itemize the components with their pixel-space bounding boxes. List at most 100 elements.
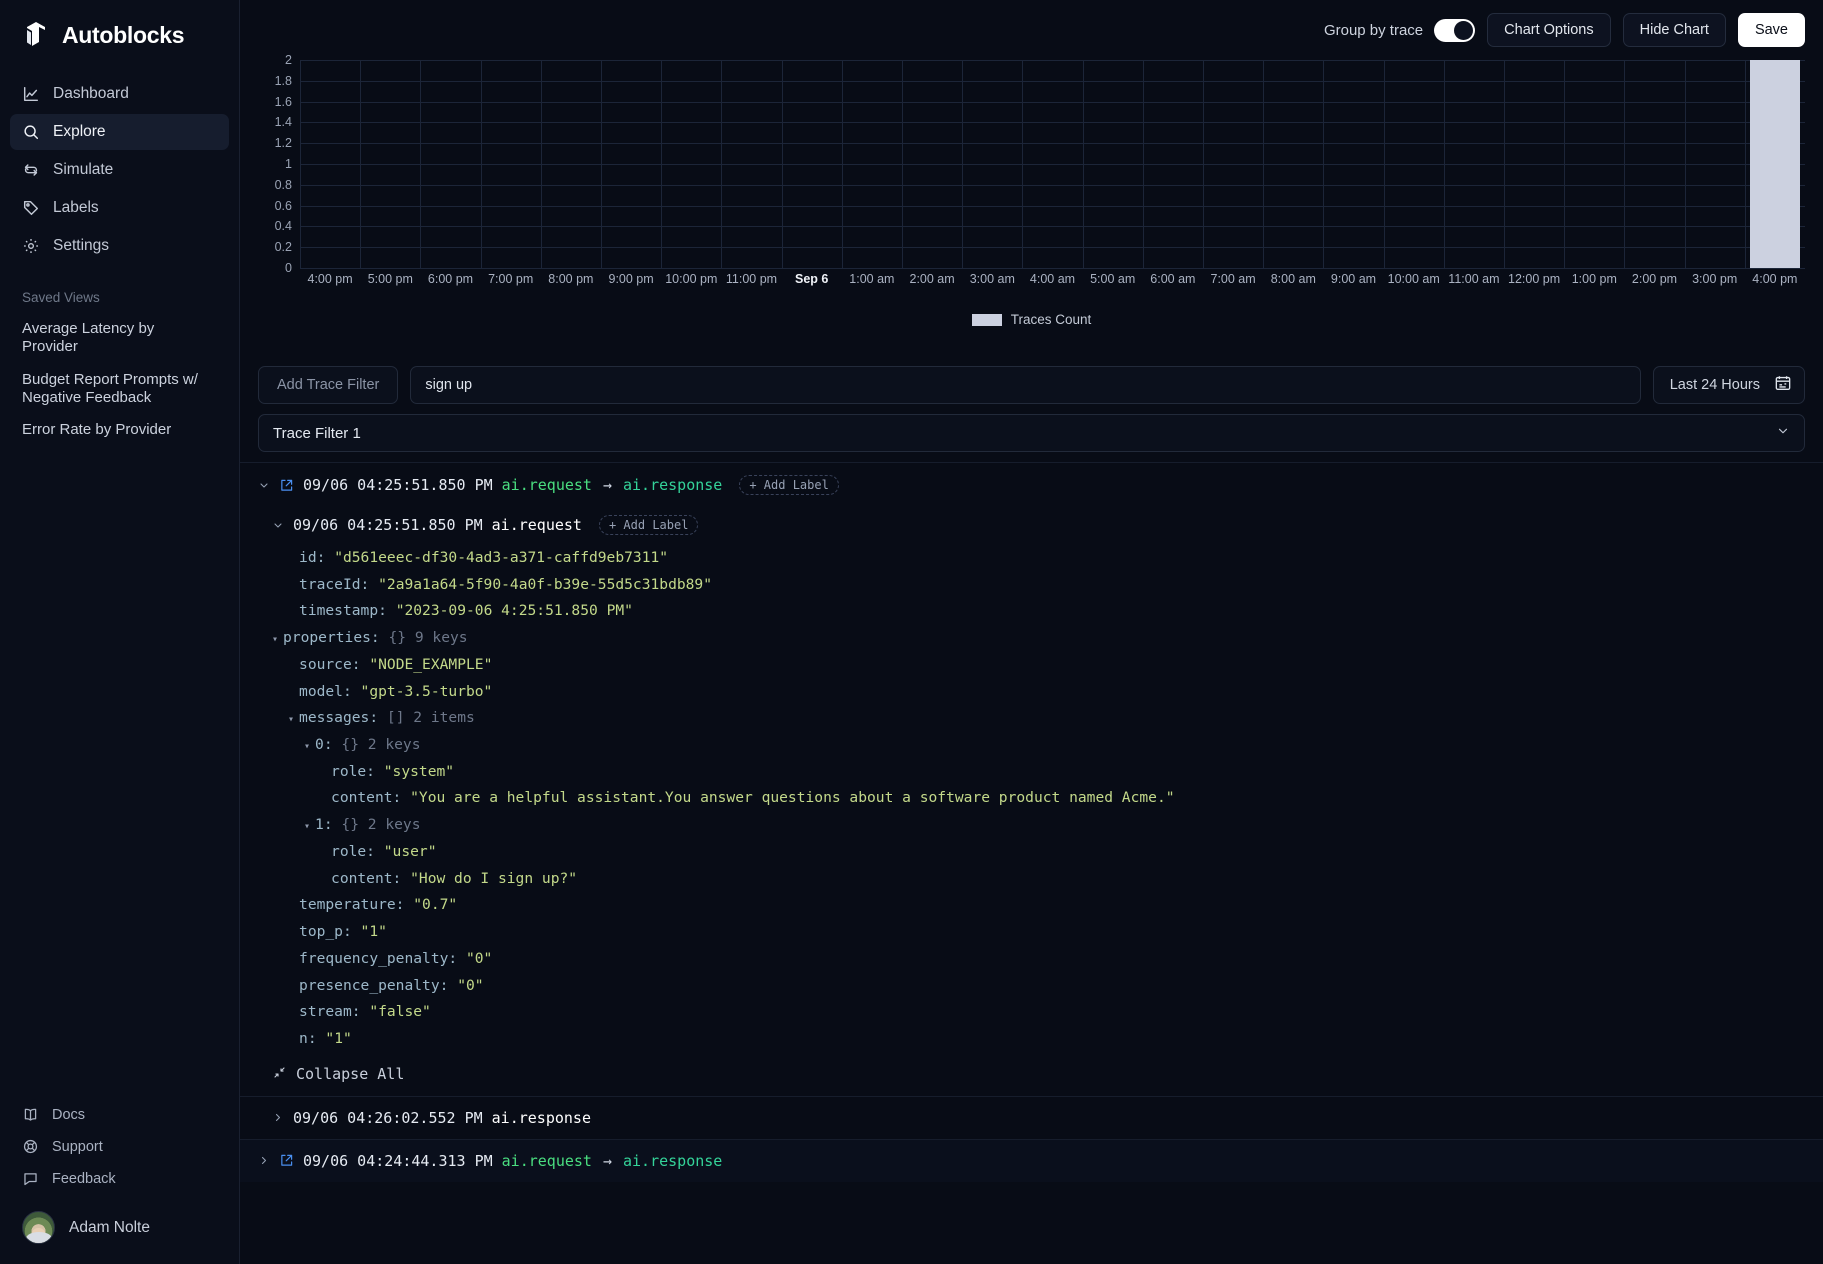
date-range-selector[interactable]: Last 24 Hours [1652, 366, 1805, 404]
json-key: 1: [315, 816, 333, 834]
saved-view-item[interactable]: Error Rate by Provider [0, 414, 239, 446]
sidebar-item-labels[interactable]: Labels [10, 190, 229, 226]
footer-link-support[interactable]: Support [10, 1133, 229, 1160]
json-key: top_p: [299, 923, 352, 941]
y-axis-tick: 0.6 [274, 198, 292, 213]
chevron-right-icon[interactable] [258, 1154, 270, 1167]
json-toggle-icon[interactable]: ▾ [272, 634, 278, 645]
y-axis-tick: 1.8 [274, 73, 292, 88]
grid-line-vertical [661, 60, 663, 268]
json-toggle-icon[interactable]: ▾ [304, 741, 310, 752]
grid-line-vertical [721, 60, 723, 268]
grid-line-vertical [540, 60, 542, 268]
trace-group: 09/06 04:25:51.850 PM ai.request → ai.re… [240, 462, 1823, 1139]
trace-header[interactable]: 09/06 04:24:44.313 PM ai.request → ai.re… [240, 1140, 1823, 1182]
x-axis-tick: 1:00 pm [1571, 272, 1617, 286]
footer-link-label: Support [52, 1138, 103, 1155]
x-axis-tick: 11:00 pm [725, 272, 778, 286]
chart-options-button[interactable]: Chart Options [1487, 13, 1611, 47]
external-link-icon[interactable] [279, 478, 294, 493]
toggle-knob [1454, 20, 1474, 40]
trace-header[interactable]: 09/06 04:25:51.850 PM ai.request → ai.re… [240, 463, 1823, 507]
x-axis-tick: 2:00 pm [1631, 272, 1678, 286]
json-row: ▾content: "You are a helpful assistant.Y… [240, 785, 1823, 812]
footer-link-feedback[interactable]: Feedback [10, 1165, 229, 1192]
repeat-icon [22, 161, 40, 179]
json-row: ▾temperature: "0.7" [240, 892, 1823, 919]
sidebar-item-explore[interactable]: Explore [10, 114, 229, 150]
span-header-collapsed[interactable]: 09/06 04:26:02.552 PM ai.response [240, 1095, 1823, 1139]
search-icon [22, 123, 40, 141]
x-axis-tick: 11:00 am [1448, 272, 1500, 286]
json-row[interactable]: ▾ 1: {} 2 keys [240, 812, 1823, 839]
legend-label: Traces Count [1010, 312, 1092, 327]
user-profile[interactable]: Adam Nolte [0, 1197, 239, 1264]
sidebar-item-dashboard[interactable]: Dashboard [10, 76, 229, 112]
trace-filter-selector[interactable]: Trace Filter 1 [258, 414, 1805, 452]
group-by-trace-control[interactable]: Group by trace [1324, 18, 1476, 42]
x-axis-tick: 2:00 am [909, 272, 955, 286]
grid-line-vertical [1263, 60, 1265, 268]
json-row[interactable]: ▾ properties: {} 9 keys [240, 625, 1823, 652]
user-name: Adam Nolte [69, 1218, 150, 1236]
json-toggle-icon[interactable]: ▾ [304, 821, 310, 832]
add-label-button[interactable]: + Add Label [739, 475, 839, 495]
x-axis-tick: 4:00 am [1029, 272, 1076, 286]
y-axis-tick: 1.6 [274, 94, 292, 109]
add-trace-filter-button[interactable]: Add Trace Filter [258, 366, 399, 404]
json-value: "NODE_EXAMPLE" [369, 655, 493, 673]
json-value: "gpt-3.5-turbo" [360, 682, 493, 700]
json-value: "1" [325, 1029, 352, 1047]
grid-line-vertical [480, 60, 482, 268]
cube-logo-icon [22, 20, 50, 50]
save-button[interactable]: Save [1737, 13, 1805, 47]
sidebar-item-simulate[interactable]: Simulate [10, 152, 229, 188]
trace-event-to: ai.response [623, 476, 723, 494]
y-axis-tick: 0.8 [274, 177, 292, 192]
external-link-icon[interactable] [279, 1153, 294, 1168]
grid-line-horizontal [300, 226, 1805, 228]
json-row[interactable]: ▾ messages: [] 2 items [240, 705, 1823, 732]
search-input[interactable] [410, 366, 1641, 404]
trace-filter-label: Trace Filter 1 [273, 424, 361, 442]
json-key: source: [299, 655, 361, 673]
json-key: stream: [299, 1003, 361, 1021]
hide-chart-button[interactable]: Hide Chart [1622, 13, 1726, 47]
group-by-trace-toggle[interactable] [1434, 18, 1476, 42]
json-toggle-icon[interactable]: ▾ [288, 714, 294, 725]
footer-link-docs[interactable]: Docs [10, 1101, 229, 1128]
line-chart-icon [22, 85, 40, 103]
json-value: "2023-09-06 4:25:51.850 PM" [395, 602, 633, 620]
saved-view-item[interactable]: Average Latency by Provider [0, 313, 239, 364]
sidebar-item-settings[interactable]: Settings [10, 228, 229, 264]
json-key: properties: [283, 629, 380, 647]
json-key: model: [299, 682, 352, 700]
grid-line-horizontal [300, 268, 1805, 269]
add-label-button[interactable]: + Add Label [598, 515, 699, 535]
arrow-icon: → [602, 476, 612, 494]
collapse-all-button[interactable]: Collapse All [240, 1053, 1823, 1096]
grid-line-horizontal [300, 80, 1805, 82]
chevron-right-icon[interactable] [272, 1111, 284, 1124]
chart-bar[interactable] [1750, 60, 1800, 268]
json-key: messages: [299, 709, 379, 727]
x-axis-tick: 12:00 pm [1508, 272, 1561, 286]
sidebar-item-label: Settings [53, 237, 110, 254]
main-content: Group by trace Chart Options Hide Chart … [240, 0, 1823, 1264]
x-axis-tick: 9:00 pm [608, 272, 654, 286]
json-value: "How do I sign up?" [410, 869, 578, 887]
chevron-down-icon[interactable] [272, 519, 284, 532]
grid-line-vertical [1203, 60, 1204, 268]
book-icon [22, 1106, 39, 1123]
grid-line-vertical [1564, 60, 1566, 268]
saved-view-item[interactable]: Budget Report Prompts w/ Negative Feedba… [0, 364, 239, 415]
x-axis-tick: Sep 6 [795, 272, 829, 286]
trace-timestamp: 09/06 04:25:51.850 PM [303, 476, 493, 494]
sidebar-item-label: Simulate [53, 161, 114, 178]
json-row: ▾model: "gpt-3.5-turbo" [240, 679, 1823, 706]
span-header[interactable]: 09/06 04:25:51.850 PM ai.request + Add L… [240, 507, 1823, 543]
json-row[interactable]: ▾ 0: {} 2 keys [240, 732, 1823, 759]
grid-line-vertical [360, 60, 362, 268]
chevron-down-icon[interactable] [258, 479, 270, 492]
grid-line-horizontal [300, 101, 1805, 103]
